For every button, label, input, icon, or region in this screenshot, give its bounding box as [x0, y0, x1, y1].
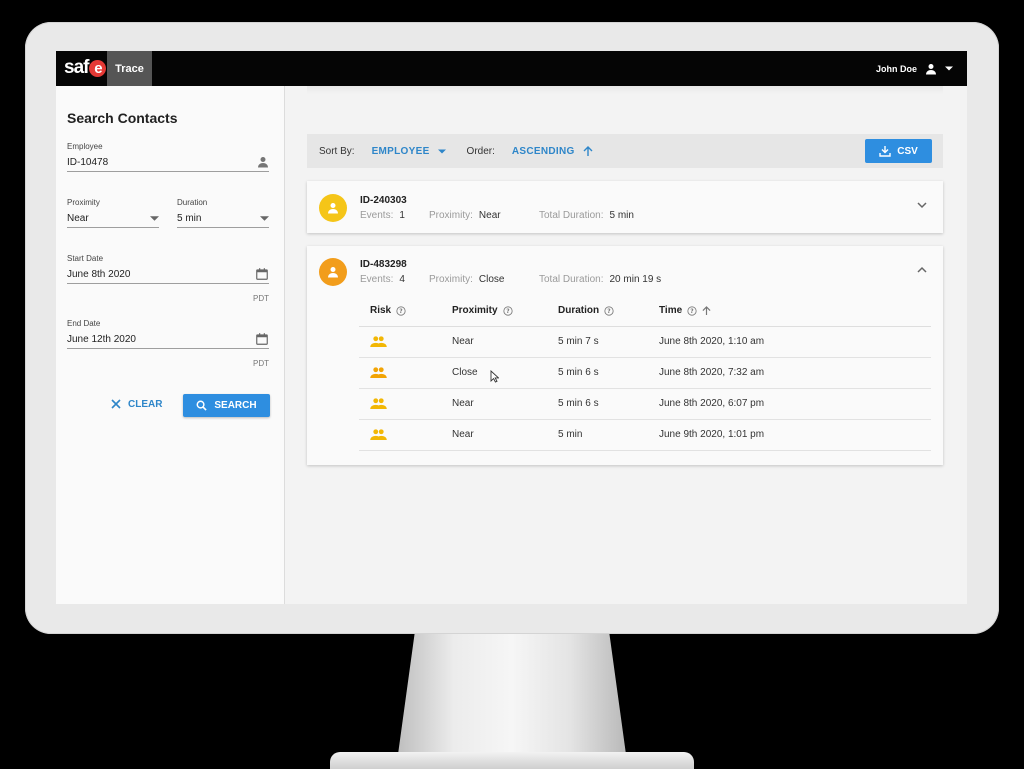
person-icon	[258, 157, 268, 168]
arrow-up-icon	[583, 145, 593, 156]
proximity-label: Proximity	[67, 198, 100, 207]
person-icon	[328, 203, 338, 214]
svg-text:?: ?	[506, 309, 509, 315]
column-time[interactable]: Time ?	[659, 295, 711, 326]
contact-id: ID-483298	[360, 259, 407, 270]
people-risk-icon	[370, 336, 387, 347]
start-date-value: June 8th 2020	[67, 268, 131, 280]
app-screen: saf e Trace John Doe Search Contacts Empl…	[56, 51, 967, 604]
start-date-label: Start Date	[67, 254, 104, 263]
end-date-field[interactable]: June 12th 2020	[67, 330, 269, 349]
table-row[interactable]: Close 5 min 6 s June 8th 2020, 7:32 am	[359, 357, 931, 389]
duration-value: 5 min	[177, 212, 202, 224]
user-menu[interactable]: John Doe	[876, 51, 953, 86]
clear-button[interactable]: CLEAR	[111, 393, 162, 415]
start-date-field[interactable]: June 8th 2020	[67, 265, 269, 284]
person-icon	[926, 63, 936, 74]
search-icon	[196, 400, 208, 411]
end-date-value: June 12th 2020	[67, 333, 136, 345]
search-label: SEARCH	[214, 400, 257, 411]
contact-total-duration: Total Duration: 5 min	[539, 210, 634, 221]
caret-down-icon	[150, 215, 159, 221]
caret-down-icon	[260, 215, 269, 221]
proximity-select[interactable]: Near	[67, 209, 159, 228]
duration-select[interactable]: 5 min	[177, 209, 269, 228]
user-name: John Doe	[875, 63, 917, 74]
table-row[interactable]: Near 5 min 6 s June 8th 2020, 6:07 pm	[359, 388, 931, 420]
start-timezone: PDT	[253, 294, 269, 303]
contact-total-duration: Total Duration: 20 min 19 s	[539, 274, 662, 285]
search-button[interactable]: SEARCH	[183, 394, 270, 417]
proximity-value: Near	[67, 212, 89, 224]
events-table-header: Risk ? Proximity ? Duration ? Time ?	[359, 295, 931, 327]
safe-logo[interactable]: saf e	[64, 57, 107, 79]
sort-by-label: Sort By:	[319, 145, 355, 157]
contact-events: Events: 4	[360, 274, 405, 285]
contact-proximity: Proximity: Near	[429, 210, 501, 221]
contact-events: Events: 1	[360, 210, 405, 221]
help-icon[interactable]: ?	[604, 305, 614, 316]
results-panel: Sort By: EMPLOYEE Order: ASCENDING CSV I…	[285, 86, 967, 604]
clear-label: CLEAR	[128, 398, 163, 410]
monitor-base	[330, 752, 694, 769]
svg-text:?: ?	[399, 309, 402, 315]
employee-label: Employee	[67, 142, 103, 151]
end-date-label: End Date	[67, 319, 101, 328]
people-risk-icon	[370, 429, 387, 440]
person-icon	[328, 267, 338, 278]
contact-id: ID-240303	[360, 195, 407, 206]
csv-download-button[interactable]: CSV	[865, 139, 932, 163]
chevron-down-icon[interactable]	[917, 202, 927, 209]
table-row[interactable]: Near 5 min 7 s June 8th 2020, 1:10 am	[359, 326, 931, 358]
logo-e-badge: e	[89, 59, 107, 77]
duration-label: Duration	[177, 198, 208, 207]
caret-down-icon	[437, 149, 446, 153]
order-value: ASCENDING	[511, 145, 575, 157]
logo-text: saf	[64, 57, 89, 78]
contact-avatar	[319, 258, 347, 286]
svg-text:?: ?	[690, 309, 693, 315]
people-risk-icon	[370, 398, 387, 409]
top-bar: saf e Trace John Doe	[56, 51, 967, 86]
csv-label: CSV	[897, 145, 918, 157]
search-sidebar: Search Contacts Employee ID-10478 Proxim…	[56, 86, 285, 604]
faded-header-remnant	[307, 86, 943, 94]
sort-by-value: EMPLOYEE	[371, 145, 430, 157]
contact-proximity: Proximity: Close	[429, 274, 505, 285]
sort-toolbar: Sort By: EMPLOYEE Order: ASCENDING CSV	[307, 134, 943, 168]
order-label: Order:	[466, 145, 495, 157]
calendar-icon[interactable]	[255, 267, 269, 281]
sort-arrow-up-icon[interactable]	[702, 305, 711, 316]
sort-by-select[interactable]: EMPLOYEE	[372, 146, 446, 157]
column-duration[interactable]: Duration ?	[558, 295, 614, 326]
search-contacts-title: Search Contacts	[67, 110, 178, 126]
svg-text:?: ?	[607, 309, 610, 315]
column-proximity[interactable]: Proximity ?	[452, 295, 513, 326]
help-icon[interactable]: ?	[396, 305, 406, 316]
mouse-cursor-icon	[490, 370, 499, 383]
contact-card-expanded[interactable]: ID-483298 Events: 4 Proximity: Close Total…	[307, 246, 943, 465]
employee-value: ID-10478	[67, 156, 109, 168]
chevron-up-icon[interactable]	[917, 266, 927, 273]
end-timezone: PDT	[253, 359, 269, 368]
employee-field[interactable]: ID-10478	[67, 153, 269, 172]
help-icon[interactable]: ?	[687, 305, 697, 316]
monitor-stand	[396, 634, 628, 769]
column-risk[interactable]: Risk ?	[370, 295, 406, 326]
calendar-icon[interactable]	[255, 332, 269, 346]
close-icon	[111, 399, 121, 409]
table-row[interactable]: Near 5 min June 9th 2020, 1:01 pm	[359, 419, 931, 451]
help-icon[interactable]: ?	[502, 305, 513, 316]
contact-card[interactable]: ID-240303 Events: 1 Proximity: Near Total …	[307, 181, 943, 233]
tab-trace[interactable]: Trace	[107, 51, 152, 86]
order-toggle[interactable]: ASCENDING	[512, 146, 593, 157]
download-icon	[879, 146, 891, 157]
people-risk-icon	[370, 367, 387, 378]
contact-avatar	[319, 194, 347, 222]
caret-down-icon	[945, 66, 953, 71]
